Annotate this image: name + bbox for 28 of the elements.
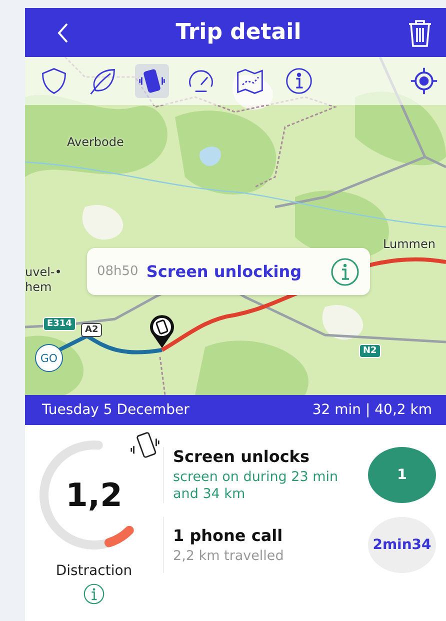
event-title: 1 phone call: [173, 526, 284, 544]
event-badge: 1: [368, 447, 436, 503]
trip-date: Tuesday 5 December: [42, 402, 190, 418]
map-label: Lummen: [383, 237, 436, 251]
info-icon[interactable]: [83, 583, 105, 605]
event-description: screen on during 23 min and 34 km: [173, 469, 340, 503]
locate-icon[interactable]: [410, 67, 438, 95]
trip-stats: 32 min | 40,2 km: [312, 402, 432, 418]
map-label: hem: [25, 280, 52, 294]
info-icon[interactable]: [330, 256, 360, 286]
trash-icon[interactable]: [408, 18, 432, 48]
back-icon[interactable]: [57, 22, 69, 44]
road-sign: A2: [81, 323, 102, 337]
screen-title: Trip detail: [176, 20, 302, 45]
event-description: 2,2 km travelled: [173, 548, 285, 564]
phone-pin-icon[interactable]: [149, 315, 175, 349]
event-time: 08h50: [97, 264, 138, 279]
road-sign: E314: [43, 317, 76, 331]
phone-tab[interactable]: [135, 64, 169, 98]
score-label: Distraction: [56, 563, 132, 579]
event-title: Screen unlocks: [173, 447, 310, 466]
event-badge: 2min34: [368, 517, 436, 573]
map-label: Averbode: [67, 135, 124, 149]
road-sign: N2: [359, 344, 381, 358]
map-label: uvel-•: [25, 265, 62, 279]
score-value: 1,2: [66, 476, 122, 514]
event-title: Screen unlocking: [146, 262, 303, 281]
event-popup[interactable]: 08h50 Screen unlocking: [87, 248, 370, 295]
